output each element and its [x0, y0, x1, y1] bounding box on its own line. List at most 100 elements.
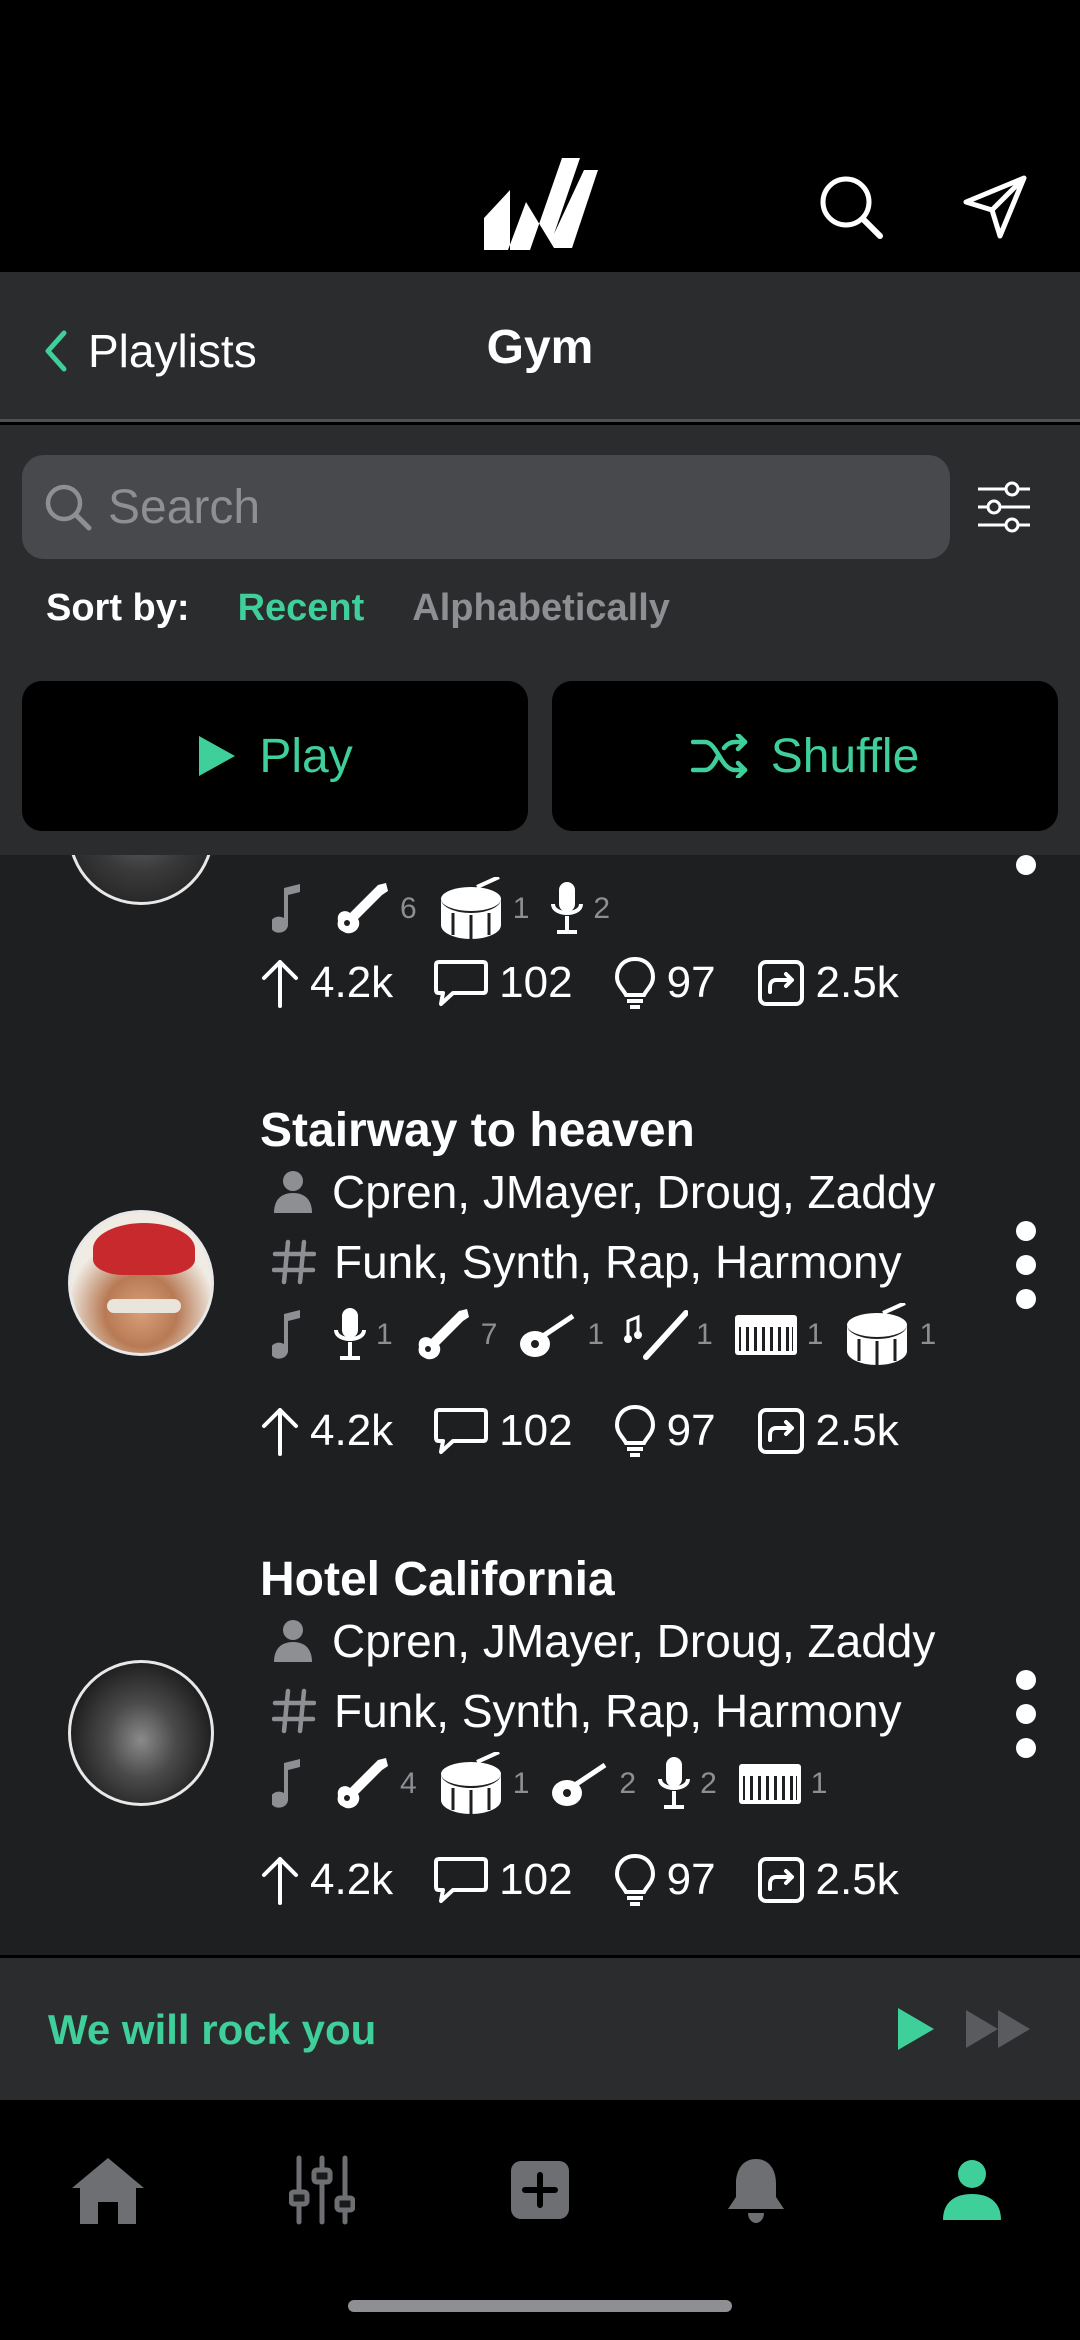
comments[interactable]: 102 — [433, 1855, 573, 1905]
microphone-icon — [658, 1757, 691, 1809]
upvote-count: 4.2k — [310, 1855, 394, 1904]
sort-bar: Sort by: Recent Alphabetically — [46, 587, 670, 630]
search-input[interactable] — [108, 479, 928, 535]
now-playing-title[interactable]: We will rock you — [48, 2006, 376, 2054]
instrument-count: 1 — [919, 1318, 937, 1351]
song-title[interactable]: Stairway to heaven — [260, 1103, 695, 1158]
song-title[interactable]: Hotel California — [260, 1552, 615, 1607]
shares[interactable]: 2.5k — [756, 1406, 899, 1456]
share-box-icon — [757, 960, 804, 1006]
music-note-icon — [272, 1759, 300, 1808]
comment-count: 102 — [499, 1855, 573, 1904]
send-icon[interactable] — [960, 172, 1030, 242]
share-count: 2.5k — [815, 1406, 899, 1455]
song-list[interactable]: 6 1 2 4.2k 102 97 2.5k Stairway to heave… — [0, 855, 1080, 1955]
ideas[interactable]: 97 — [613, 955, 716, 1011]
mini-player[interactable]: We will rock you — [0, 1958, 1080, 2100]
search-box[interactable] — [22, 455, 950, 559]
upvote-count: 4.2k — [310, 958, 394, 1007]
instrument-count: 4 — [400, 1767, 417, 1800]
shuffle-icon — [690, 734, 747, 778]
instrument-count: 2 — [700, 1767, 717, 1800]
ideas[interactable]: 97 — [613, 1403, 716, 1459]
playlist-header: Playlists Gym — [0, 272, 1080, 422]
instrument-row: 6 1 2 — [272, 877, 630, 941]
top-bar — [0, 0, 1080, 272]
avatar[interactable] — [68, 1660, 214, 1806]
share-count: 2.5k — [815, 1855, 899, 1904]
stats-row: 4.2k 102 97 2.5k — [260, 1403, 939, 1459]
artists-text: Cpren, JMayer, Droug, Zaddy — [332, 1166, 936, 1218]
tab-mixer[interactable] — [280, 2148, 364, 2232]
fast-forward-icon[interactable] — [964, 2008, 1034, 2050]
play-label: Play — [259, 729, 353, 783]
search-icon[interactable] — [816, 172, 886, 242]
keyboard-icon — [734, 1315, 797, 1355]
home-indicator[interactable] — [348, 2300, 732, 2312]
instrument-count: 1 — [810, 1767, 828, 1800]
comment-icon — [434, 1408, 489, 1454]
instrument-count: 2 — [593, 892, 611, 925]
sort-option-recent[interactable]: Recent — [238, 587, 365, 630]
upvotes[interactable]: 4.2k — [260, 1404, 393, 1458]
lightbulb-icon — [614, 956, 655, 1009]
idea-count: 97 — [666, 958, 716, 1007]
more-options-button[interactable] — [1010, 1670, 1042, 1758]
person-icon — [274, 1620, 312, 1662]
home-icon — [72, 2158, 144, 2224]
electric-guitar-icon — [337, 1758, 388, 1809]
upvotes[interactable]: 4.2k — [260, 1853, 393, 1907]
tab-add[interactable] — [498, 2148, 582, 2232]
shares[interactable]: 2.5k — [756, 958, 899, 1008]
instrument-count: 7 — [480, 1318, 498, 1351]
ideas[interactable]: 97 — [613, 1852, 716, 1908]
electric-guitar-icon — [418, 1309, 469, 1360]
comments[interactable]: 102 — [433, 958, 573, 1008]
mixer-icon — [289, 2155, 355, 2225]
shares[interactable]: 2.5k — [756, 1855, 899, 1905]
keyboard-icon — [738, 1764, 801, 1804]
instrument-count: 1 — [512, 892, 530, 925]
shuffle-button[interactable]: Shuffle — [552, 681, 1058, 831]
more-options-button[interactable] — [1010, 1221, 1042, 1309]
tab-profile[interactable] — [930, 2148, 1014, 2232]
music-note-icon — [272, 1310, 300, 1359]
upvotes[interactable]: 4.2k — [260, 956, 393, 1010]
stats-row: 4.2k 102 97 2.5k — [260, 955, 939, 1011]
instrument-count: 6 — [400, 892, 417, 925]
filter-sliders-icon[interactable] — [976, 479, 1032, 535]
play-button[interactable]: Play — [22, 681, 528, 831]
artists-text: Cpren, JMayer, Droug, Zaddy — [332, 1615, 936, 1667]
more-options-button[interactable] — [1010, 855, 1042, 875]
play-icon — [199, 736, 236, 776]
tab-home[interactable] — [66, 2148, 150, 2232]
tab-notifications[interactable] — [714, 2148, 798, 2232]
playlist-controls: Sort by: Recent Alphabetically Play Shuf… — [0, 425, 1080, 855]
instrument-count: 2 — [619, 1767, 637, 1800]
play-icon[interactable] — [896, 2006, 936, 2052]
comments[interactable]: 102 — [433, 1406, 573, 1456]
arrow-up-icon — [262, 1408, 298, 1456]
tags-text: Funk, Synth, Rap, Harmony — [334, 1685, 902, 1737]
avatar[interactable] — [68, 855, 214, 905]
electric-guitar-icon — [337, 883, 388, 934]
shuffle-label: Shuffle — [770, 729, 920, 783]
sort-label: Sort by: — [46, 587, 190, 629]
lightbulb-icon — [614, 1853, 655, 1906]
drum-icon — [440, 1752, 501, 1814]
idea-count: 97 — [666, 1406, 716, 1455]
instrument-count: 1 — [376, 1318, 393, 1351]
comment-count: 102 — [499, 958, 573, 1007]
sort-option-alphabetically[interactable]: Alphabetically — [412, 587, 670, 630]
comment-count: 102 — [499, 1406, 573, 1455]
profile-icon — [943, 2160, 1001, 2220]
avatar[interactable] — [68, 1210, 214, 1356]
instrument-row: 4 1 2 2 1 — [272, 1752, 847, 1816]
idea-count: 97 — [666, 1855, 716, 1904]
microphone-icon — [551, 882, 584, 934]
artists-row: Cpren, JMayer, Droug, Zaddy — [272, 1165, 935, 1219]
instrument-count: 1 — [587, 1318, 605, 1351]
page-title: Gym — [486, 321, 594, 374]
comment-icon — [434, 1857, 489, 1903]
drum-icon — [847, 1303, 908, 1365]
